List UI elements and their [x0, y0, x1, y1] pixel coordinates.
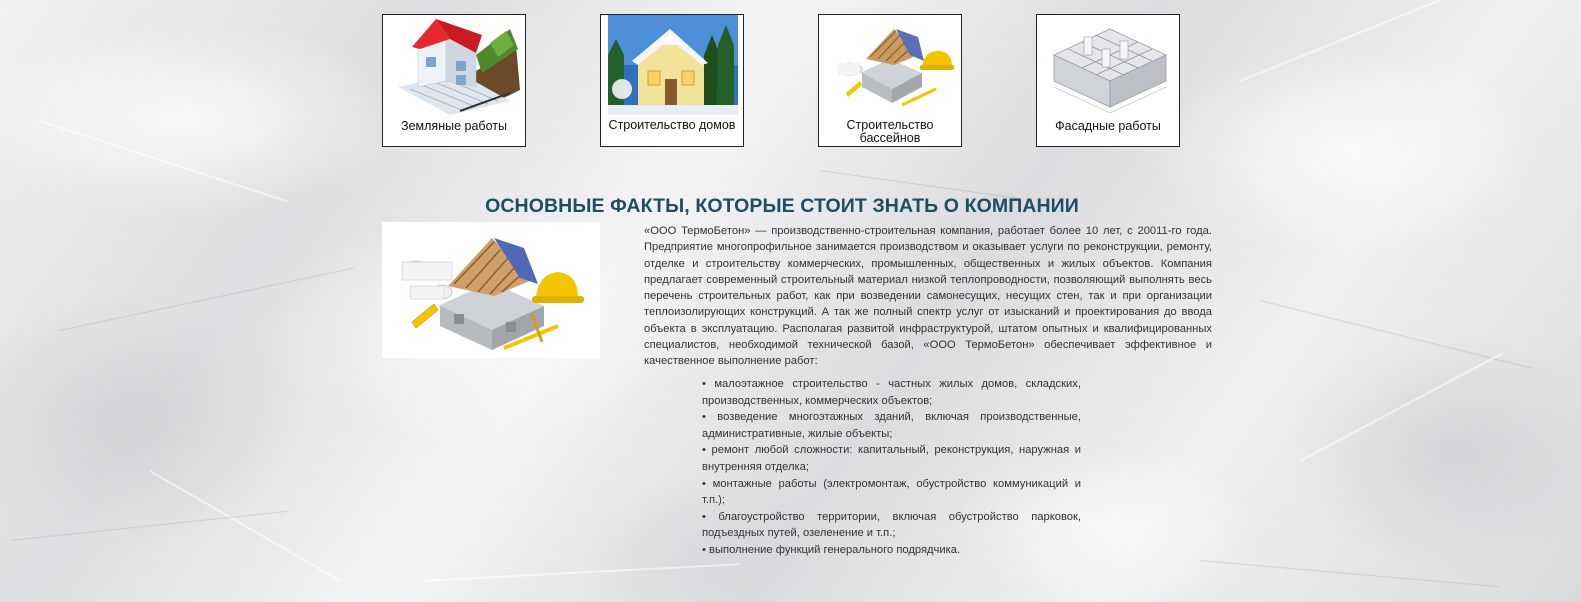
service-cards: Земляные работы Строительство домов Стро…: [382, 14, 1182, 149]
service-card-label: Земляные работы: [401, 119, 507, 133]
list-item: ремонт любой сложности: капитальный, рек…: [702, 442, 1081, 475]
service-card-house-building[interactable]: Строительство домов: [600, 14, 744, 147]
section-title: ОСНОВНЫЕ ФАКТЫ, КОТОРЫЕ СТОИТ ЗНАТЬ О КО…: [485, 195, 1079, 217]
list-item: монтажные работы (электромонтаж, обустро…: [702, 476, 1081, 509]
services-list: малоэтажное строительство - частных жилы…: [702, 376, 1081, 559]
service-card-label: Строительство домов: [608, 118, 736, 132]
house-on-land-icon: [390, 15, 520, 115]
service-card-label: Строительство бассейнов: [846, 118, 934, 145]
service-card-facade-works[interactable]: Фасадные работы: [1036, 14, 1180, 147]
list-item: малоэтажное строительство - частных жилы…: [702, 376, 1081, 409]
service-card-pool-building[interactable]: Строительство бассейнов: [818, 14, 962, 147]
service-card-label: Фасадные работы: [1055, 119, 1161, 133]
list-item: выполнение функций генерального подрядчи…: [702, 542, 1081, 559]
company-image: [382, 222, 600, 358]
house-construction-icon: [826, 15, 956, 115]
house-construction-icon: [382, 222, 600, 358]
list-item: возведение многоэтажных зданий, включая …: [702, 409, 1081, 442]
floor-plan-3d-icon: [1044, 15, 1174, 115]
list-item: благоустройство территории, включая обус…: [702, 509, 1081, 542]
house-building-icon: [608, 15, 738, 115]
company-description: «ООО ТермоБетон» — производственно-строи…: [644, 225, 1212, 368]
service-card-earthworks[interactable]: Земляные работы: [382, 14, 526, 147]
